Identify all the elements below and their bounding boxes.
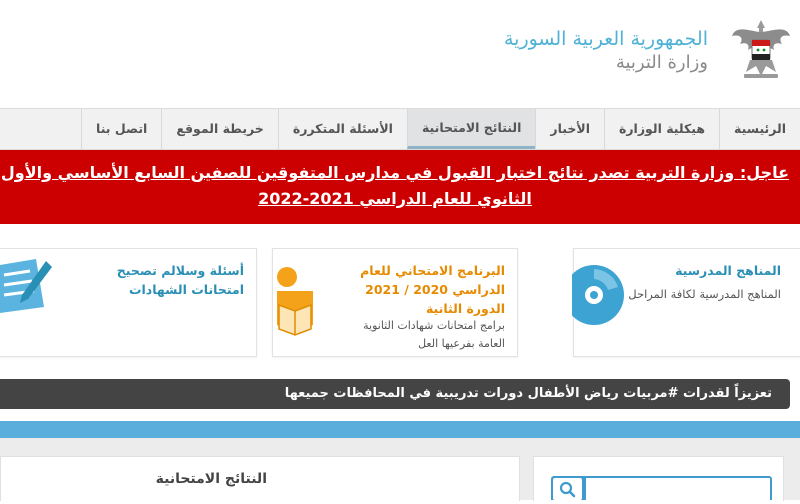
exam-results-panel-title: النتائج الامتحانية [155, 471, 267, 487]
country-name: الجمهورية العربية السورية [503, 28, 708, 50]
card-exam-questions[interactable]: أسئلة وسلالم تصحيح امتحانات الشهادات [0, 248, 257, 357]
card-exam-questions-title[interactable]: أسئلة وسلالم تصحيح امتحانات الشهادات [74, 261, 244, 299]
card-curricula-title[interactable]: المناهج المدرسية [675, 261, 781, 280]
ticker-headline[interactable]: تعزيزاً لقدرات #مربيات رياض الأطفال دورا… [285, 379, 772, 409]
card-curricula[interactable]: المناهج المدرسية المناهج المدرسية لكافة … [564, 248, 800, 357]
reader-icon [273, 263, 333, 347]
nav-item-ministry-structure[interactable]: هيكلية الوزارة [603, 109, 719, 149]
syrian-eagle-emblem-icon[interactable] [730, 14, 792, 84]
nav-item-faq[interactable]: الأسئلة المتكررة [277, 109, 407, 149]
urgent-news-banner[interactable]: عاجل: وزارة التربية تصدر نتائج اختبار ال… [0, 150, 800, 224]
main-navigation: الرئيسية هيكلية الوزارة الأخبار النتائج … [0, 108, 800, 150]
nav-item-news[interactable]: الأخبار [535, 109, 604, 149]
search-icon [559, 481, 576, 498]
search-input[interactable] [586, 478, 770, 500]
exam-results-panel: النتائج الامتحانية [0, 456, 520, 501]
search-button[interactable] [553, 478, 582, 500]
site-header: الجمهورية العربية السورية وزارة التربية [0, 0, 800, 108]
nav-item-home[interactable]: الرئيسية [719, 109, 800, 149]
ministry-name: وزارة التربية [615, 52, 708, 73]
urgent-headline-link[interactable]: وزارة التربية تصدر نتائج اختبار القبول ف… [1, 163, 740, 208]
exam-paper-icon [0, 255, 56, 329]
news-ticker[interactable]: تعزيزاً لقدرات #مربيات رياض الأطفال دورا… [0, 379, 790, 409]
card-exam-program-title[interactable]: البرنامج الامتحاني للعام الدراسي 2020 / … [335, 261, 505, 318]
urgent-label: عاجل: [739, 163, 790, 182]
card-exam-program[interactable]: البرنامج الامتحاني للعام الدراسي 2020 / … [272, 248, 518, 357]
nav-item-contact[interactable]: اتصل بنا [81, 109, 161, 149]
card-curricula-desc: المناهج المدرسية لكافة المراحل [628, 287, 781, 301]
nav-item-sitemap[interactable]: خريطة الموقع [161, 109, 278, 149]
nav-item-exam-results[interactable]: النتائج الامتحانية [406, 109, 536, 149]
cd-icon [564, 259, 630, 339]
section-divider-band [0, 421, 800, 438]
search-box [551, 476, 772, 500]
card-exam-program-desc: برامج امتحانات شهادات الثانوية العامة بف… [363, 319, 505, 350]
